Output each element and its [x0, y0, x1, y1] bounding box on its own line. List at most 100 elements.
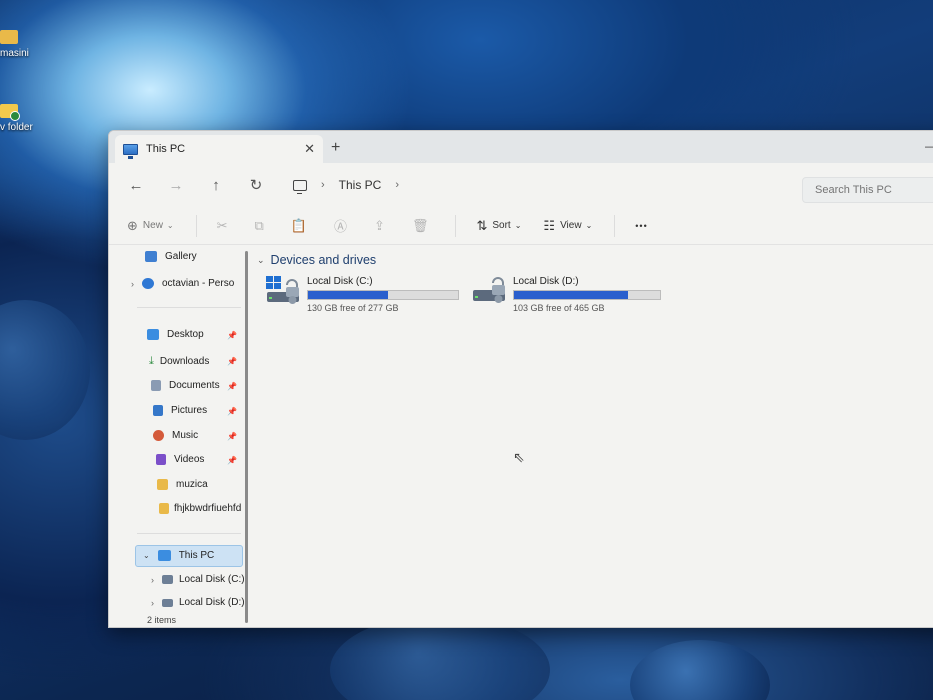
rename-button[interactable]: Ⓐ: [334, 216, 352, 235]
delete-button[interactable]: 🗑: [412, 218, 434, 234]
pin-icon[interactable]: 📌: [227, 382, 237, 391]
drive-free-space: 130 GB free of 277 GB: [307, 303, 399, 313]
command-bar: ⊕ New ⌄ ✂ ⧉ 📋 Ⓐ ⇪ 🗑 ⇅ Sort ⌄ ☷ View ⌄ ••…: [109, 207, 933, 245]
desktop-shortcut-masini[interactable]: masini: [0, 30, 46, 59]
folder-icon: [159, 503, 169, 514]
monitor-icon: [293, 179, 307, 194]
refresh-button[interactable]: ↻: [241, 176, 271, 194]
more-options-button[interactable]: •••: [635, 221, 647, 231]
share-button[interactable]: ⇪: [374, 218, 390, 234]
music-icon: [153, 430, 164, 441]
chevron-right-icon: ›: [151, 597, 154, 608]
status-item-count: 2 items: [147, 615, 177, 625]
sidebar-item-local-disk-d[interactable]: › Local Disk (D:): [151, 597, 245, 608]
sidebar-item-label: Documents: [169, 380, 220, 391]
sidebar-item-local-disk-c[interactable]: › Local Disk (C:): [151, 574, 245, 585]
group-header-devices-and-drives[interactable]: ⌄ Devices and drives: [257, 253, 376, 267]
desktop-icon: [147, 329, 159, 340]
tab-this-pc[interactable]: This PC ✕: [115, 135, 323, 163]
trash-icon: 🗑: [411, 217, 429, 233]
up-button[interactable]: ↑: [201, 177, 231, 194]
new-tab-button[interactable]: +: [331, 139, 340, 157]
view-button[interactable]: ☷ View ⌄: [543, 218, 592, 234]
paste-icon: 📋: [290, 217, 308, 233]
chevron-right-icon: ›: [131, 278, 134, 289]
breadcrumb-separator[interactable]: ›: [321, 179, 325, 191]
folder-icon: [0, 104, 20, 121]
folder-icon: [157, 479, 168, 490]
pin-icon[interactable]: 📌: [227, 407, 237, 416]
sidebar-item-label: Pictures: [171, 405, 208, 416]
sidebar-item-label: Desktop: [167, 329, 204, 340]
sidebar-item-label: Videos: [174, 454, 205, 465]
sort-button[interactable]: ⇅ Sort ⌄: [476, 218, 521, 234]
new-button[interactable]: ⊕ New ⌄: [127, 218, 174, 234]
pictures-icon: [153, 405, 163, 416]
breadcrumb[interactable]: › This PC ›: [287, 171, 775, 199]
drive-free-space: 103 GB free of 465 GB: [513, 303, 605, 313]
paste-button[interactable]: 📋: [291, 218, 312, 234]
pin-icon[interactable]: 📌: [227, 331, 237, 340]
sidebar-item-label: Gallery: [165, 251, 197, 262]
sidebar-item-muzica[interactable]: muzica: [157, 479, 208, 490]
documents-icon: [151, 380, 161, 391]
minimize-button[interactable]: —: [925, 139, 933, 153]
sidebar-item-fhjkbwdrfiuehfd[interactable]: fhjkbwdrfiuehfd: [159, 503, 241, 514]
sidebar-scrollbar[interactable]: [245, 251, 248, 623]
system-drive-icon: [266, 276, 299, 304]
chevron-down-icon: ⌄: [143, 551, 150, 560]
sort-icon: ⇅: [476, 217, 488, 233]
sidebar-item-label: Local Disk (D:): [179, 597, 245, 608]
toolbar-divider: [614, 214, 616, 237]
explorer-content: Gallery › octavian - Perso Desktop 📌 ⤓ D…: [109, 245, 933, 627]
chevron-right-icon: ›: [151, 574, 154, 585]
file-view: ⌄ Devices and drives Local Disk (C:) 130…: [255, 245, 933, 627]
share-icon: ⇪: [374, 217, 385, 233]
wallpaper-rock: [630, 640, 770, 700]
sidebar-item-label: fhjkbwdrfiuehfd: [174, 503, 242, 514]
scissors-icon: ✂: [216, 217, 228, 233]
pin-icon[interactable]: 📌: [227, 432, 237, 441]
sidebar-item-label: Local Disk (C:): [179, 574, 245, 585]
sidebar-item-music[interactable]: Music: [153, 430, 198, 441]
drive-tile-d[interactable]: Local Disk (D:) 103 GB free of 465 GB: [471, 273, 681, 313]
view-icon: ☷: [543, 217, 556, 233]
sidebar-item-downloads[interactable]: ⤓ Downloads: [149, 355, 209, 368]
folder-icon: [0, 30, 18, 44]
copy-icon: ⧉: [254, 217, 264, 233]
toolbar-divider: [195, 214, 197, 237]
file-explorer-window: This PC ✕ + — ← → ↑ ↻ › This PC › ⊕ New …: [108, 130, 933, 628]
search-input[interactable]: [802, 177, 933, 203]
view-button-label: View: [560, 220, 582, 231]
rename-icon: Ⓐ: [334, 219, 348, 234]
chevron-down-icon: ⌄: [514, 221, 522, 230]
desktop-shortcut-new-folder[interactable]: v folder: [0, 104, 46, 133]
sidebar-item-desktop[interactable]: Desktop: [147, 329, 204, 340]
pin-icon[interactable]: 📌: [227, 456, 237, 465]
drive-tile-c[interactable]: Local Disk (C:) 130 GB free of 277 GB: [265, 273, 465, 313]
sidebar-item-onedrive[interactable]: › octavian - Perso: [131, 278, 234, 289]
pin-icon[interactable]: 📌: [227, 357, 237, 366]
copy-button[interactable]: ⧉: [255, 218, 269, 234]
sidebar-item-label: Music: [172, 430, 199, 441]
new-button-label: New: [142, 220, 163, 231]
title-bar: This PC ✕ + —: [109, 131, 933, 163]
tab-title: This PC: [146, 143, 186, 155]
sidebar-item-this-pc[interactable]: ⌄ This PC: [143, 550, 214, 561]
sidebar-item-documents[interactable]: Documents: [151, 380, 220, 391]
chevron-down-icon: ⌄: [585, 221, 593, 230]
forward-button[interactable]: →: [161, 177, 191, 194]
drive-usage-fill: [308, 291, 388, 299]
sidebar-item-gallery[interactable]: Gallery: [145, 251, 197, 262]
sidebar-item-pictures[interactable]: Pictures: [153, 405, 207, 416]
drive-name: Local Disk (D:): [513, 276, 579, 287]
cut-button[interactable]: ✂: [217, 218, 233, 234]
back-button[interactable]: ←: [121, 177, 151, 194]
breadcrumb-this-pc[interactable]: This PC: [339, 178, 382, 192]
wallpaper-rock: [0, 300, 90, 440]
close-tab-icon[interactable]: ✕: [304, 141, 315, 157]
breadcrumb-separator[interactable]: ›: [395, 179, 399, 191]
sidebar-item-videos[interactable]: Videos: [156, 454, 204, 465]
desktop-shortcut-label: masini: [0, 48, 29, 59]
drive-name: Local Disk (C:): [307, 276, 373, 287]
